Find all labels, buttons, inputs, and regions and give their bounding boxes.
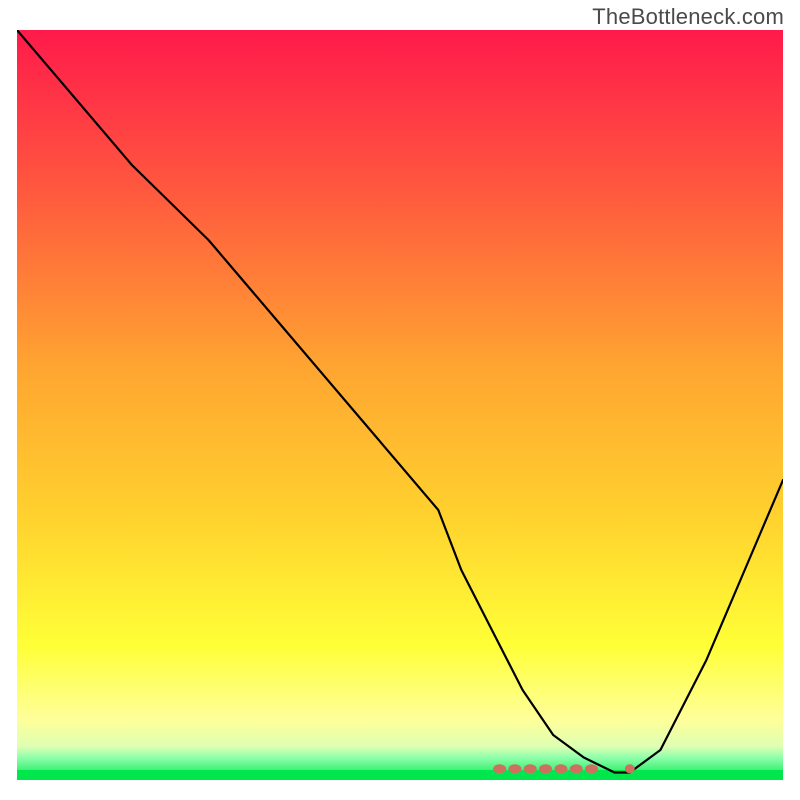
marker-dot <box>625 764 635 773</box>
marker-dot <box>554 764 567 773</box>
marker-dot <box>570 764 583 773</box>
marker-dot <box>493 764 506 773</box>
chart-area <box>17 30 783 780</box>
watermark-text: TheBottleneck.com <box>592 4 784 30</box>
marker-dot <box>585 764 598 773</box>
bottleneck-chart <box>17 30 783 780</box>
marker-dot <box>524 764 537 773</box>
gradient-background <box>17 30 783 780</box>
marker-dot <box>539 764 552 773</box>
green-bottom-strip <box>17 770 783 780</box>
marker-dot <box>508 764 521 773</box>
